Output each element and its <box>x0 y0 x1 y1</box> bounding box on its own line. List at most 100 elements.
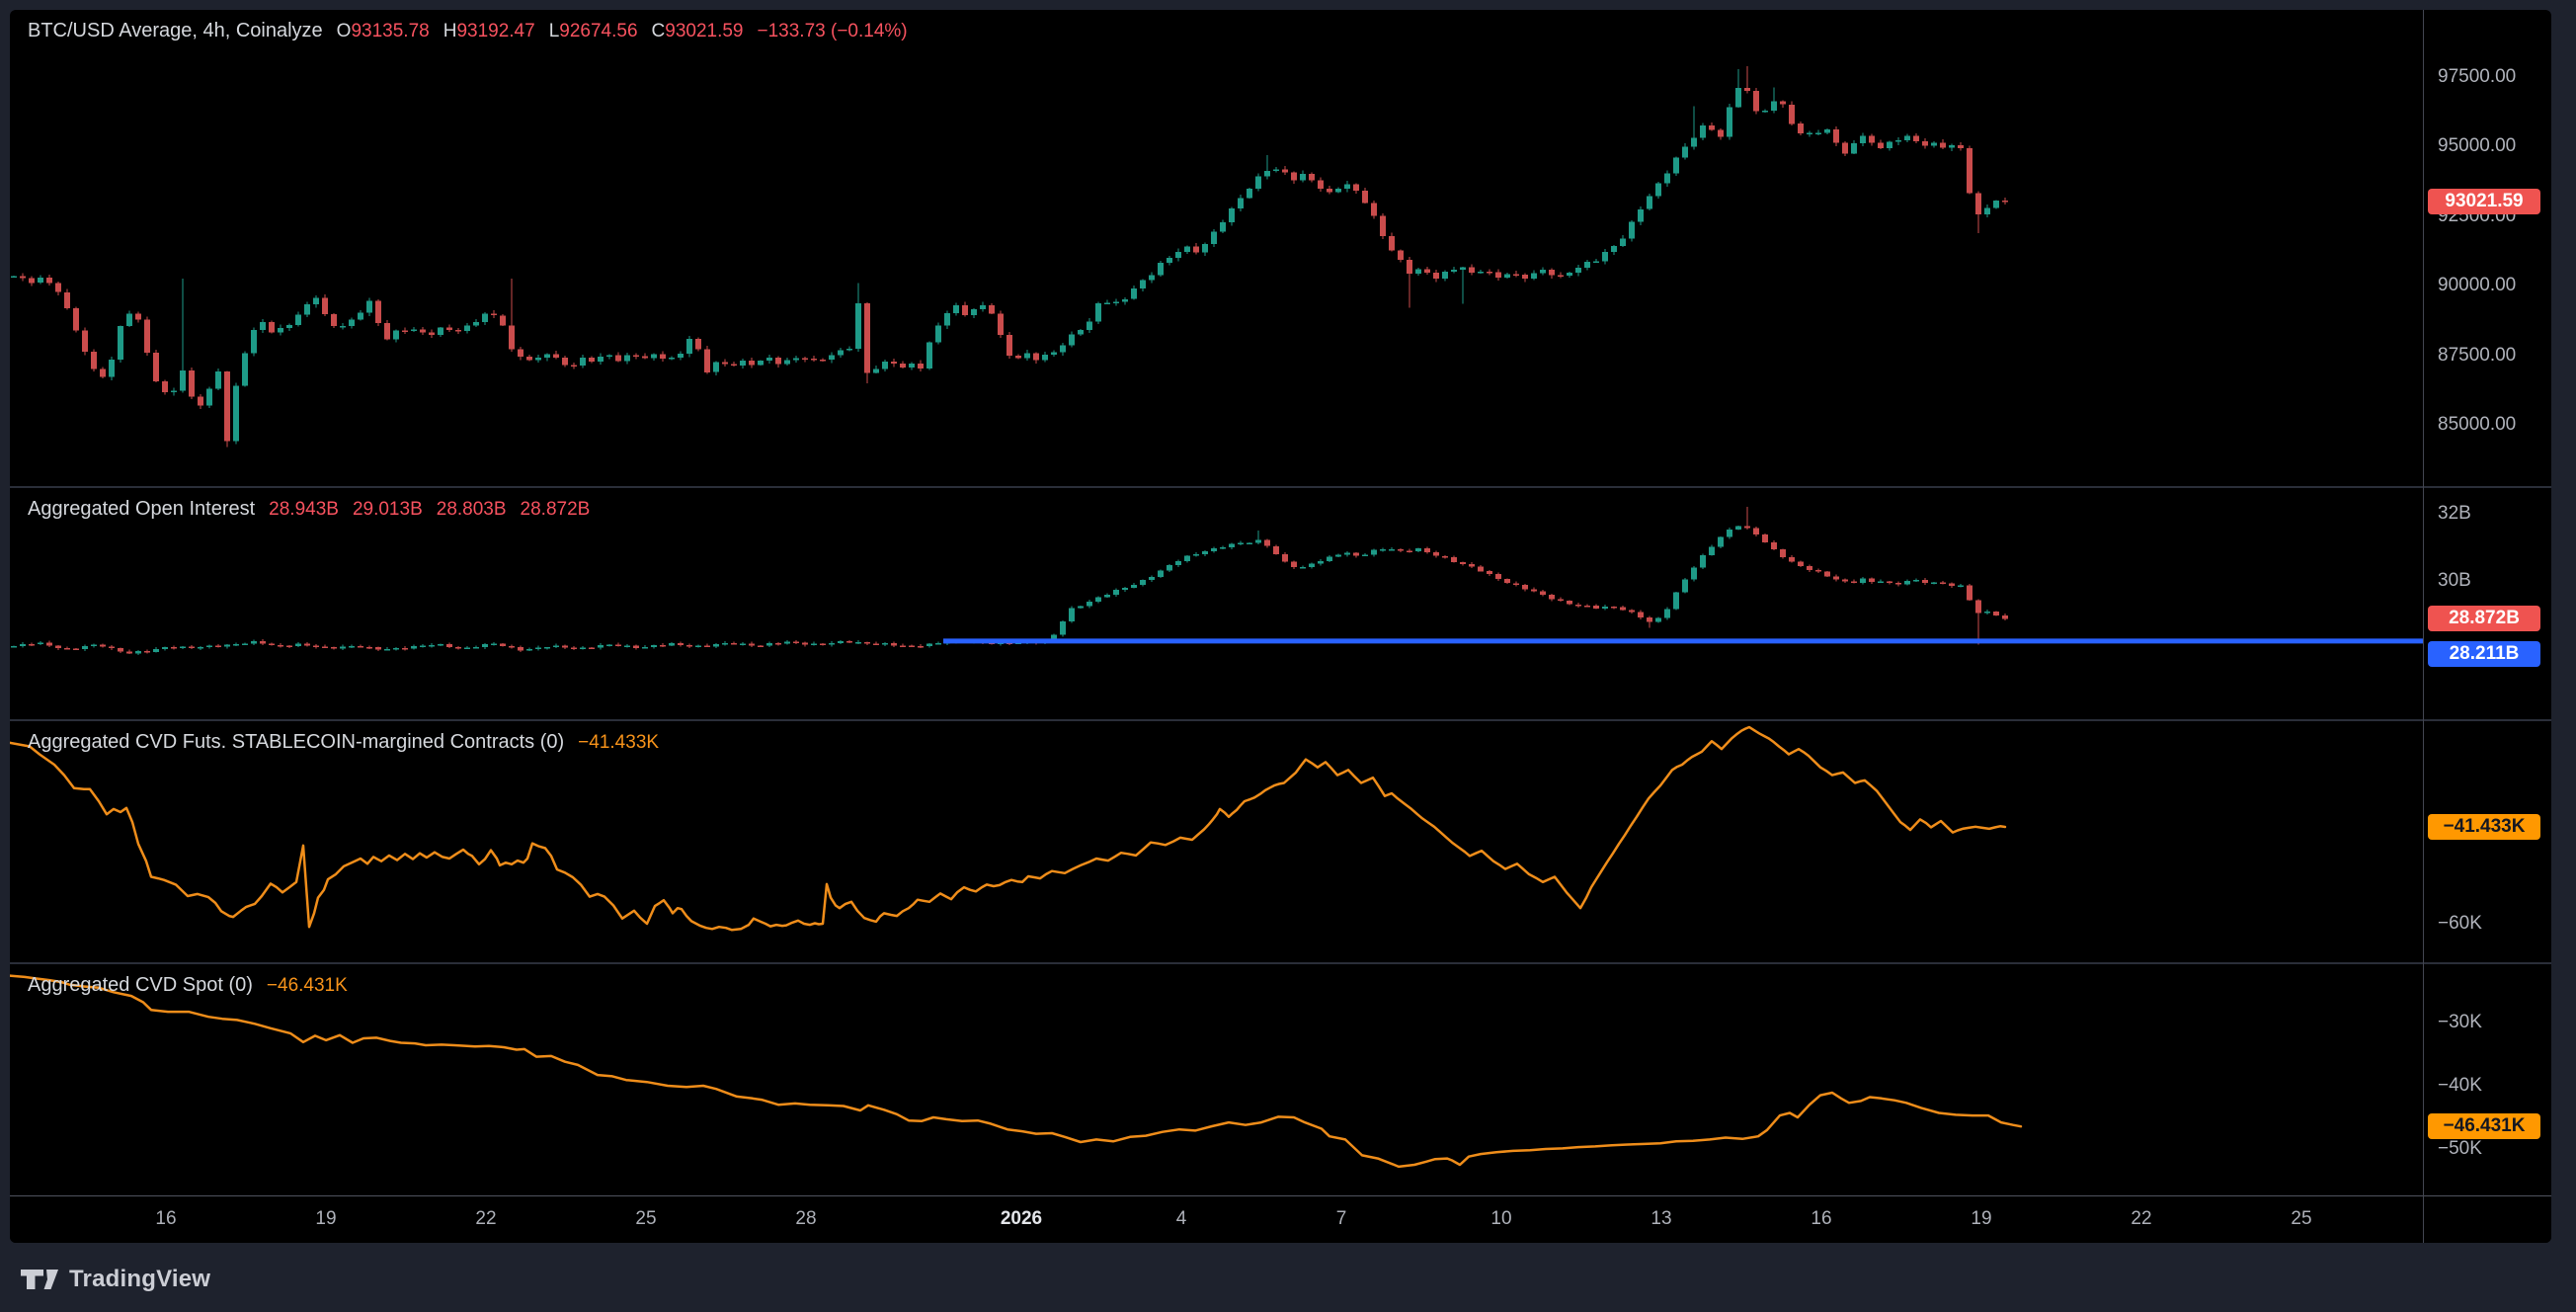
candle-body <box>1264 540 1270 546</box>
candle-body <box>535 358 541 360</box>
candle-body <box>1504 274 1510 278</box>
candle-body <box>624 356 630 362</box>
cvd-futures-pane[interactable] <box>10 721 2423 962</box>
pane-separator[interactable] <box>10 719 2551 721</box>
cvd_spot-price-badge: −46.431K <box>2428 1113 2540 1139</box>
cvd_spot-line <box>10 976 2021 1167</box>
candle-body <box>1309 564 1315 568</box>
candle-body <box>1371 204 1377 216</box>
candle-body <box>2002 201 2008 203</box>
candle-body <box>1815 133 1821 135</box>
candle-body <box>1531 589 1537 591</box>
candle-body <box>1993 201 1999 207</box>
candle-body <box>1887 582 1892 584</box>
pane-separator[interactable] <box>10 486 2551 488</box>
price-legend-value: L92674.56 <box>549 21 638 42</box>
candle-body <box>1949 583 1955 586</box>
candle-body <box>313 297 319 304</box>
candle-body <box>1282 554 1288 561</box>
candle-body <box>82 646 88 649</box>
cvd_futures-scale-segment[interactable]: −60K−41.433K <box>2424 721 2551 962</box>
candle-body <box>304 644 310 646</box>
candle-body <box>784 361 790 365</box>
candle-body <box>1229 208 1235 222</box>
candle-body <box>820 644 826 646</box>
candle-body <box>1362 555 1368 557</box>
candle-body <box>1122 299 1128 302</box>
candle-body <box>1584 606 1590 608</box>
candle-body <box>669 643 675 645</box>
candle-body <box>926 342 932 369</box>
candle-body <box>1549 270 1555 275</box>
candle-body <box>1851 143 1857 154</box>
candle-body <box>1362 191 1368 204</box>
candle-body <box>1771 101 1777 111</box>
candle-body <box>1318 180 1324 189</box>
price-tick-label: 85000.00 <box>2438 414 2516 436</box>
candle-body <box>1282 169 1288 172</box>
candle-body <box>1389 236 1395 251</box>
candle-body <box>1869 579 1875 583</box>
candle-body <box>1300 567 1306 569</box>
candle-body <box>358 313 363 320</box>
candle-body <box>402 331 408 333</box>
cvd_spot-scale-segment[interactable]: −20K−30K−40K−50K−46.431K <box>2424 964 2551 1195</box>
cvd-spot-pane[interactable] <box>10 964 2423 1195</box>
candle-body <box>1140 580 1146 585</box>
candle-body <box>393 331 399 340</box>
time-scale[interactable]: 1619222528202647101316192225 <box>10 1195 2423 1243</box>
candle-body <box>340 647 346 649</box>
candle-body <box>1655 618 1661 622</box>
candle-body <box>1549 595 1555 600</box>
candle-body <box>1575 605 1581 607</box>
candle-body <box>135 314 141 320</box>
candle-body <box>518 647 523 650</box>
candle-body <box>829 643 835 645</box>
candle-body <box>509 646 515 648</box>
tradingview-logo[interactable]: TradingView <box>21 1266 210 1293</box>
candle-body <box>944 313 950 326</box>
open-interest-pane[interactable] <box>10 488 2423 719</box>
candle-body <box>1113 301 1119 303</box>
candle-body <box>1824 129 1830 133</box>
candle-body <box>1967 585 1972 600</box>
price-legend-value: H93192.47 <box>443 21 535 42</box>
candle-body <box>2002 615 2008 618</box>
candle-body <box>446 328 452 330</box>
candle-body <box>1975 601 1981 614</box>
candle-body <box>38 278 43 283</box>
price-price-badge: 93021.59 <box>2428 189 2540 214</box>
candle-body <box>304 304 310 314</box>
candle-body <box>1095 598 1101 602</box>
candle-body <box>1478 272 1484 274</box>
time-tick-label: 22 <box>2131 1208 2151 1230</box>
open_interest-scale-segment[interactable]: 32B30B28.872B28.211B <box>2424 488 2551 719</box>
price-legend-value: C93021.59 <box>652 21 744 42</box>
candle-body <box>500 315 506 325</box>
open_interest-price-badge: 28.211B <box>2428 641 2540 667</box>
candle-body <box>935 326 941 343</box>
candle-body <box>838 641 844 643</box>
candle-body <box>1238 542 1244 544</box>
candle-body <box>731 365 737 367</box>
candle-body <box>38 642 43 644</box>
symbol-title: BTC/USD Average, 4h, Coinalyze <box>28 20 323 42</box>
candle-body <box>1167 565 1172 571</box>
candle-body <box>429 333 435 335</box>
candle-body <box>1878 143 1884 148</box>
candle-body <box>1353 553 1359 556</box>
price-tick-label: 87500.00 <box>2438 345 2516 367</box>
candle-body <box>535 647 541 649</box>
pane-separator[interactable] <box>10 962 2551 964</box>
candle-body <box>1460 268 1466 270</box>
price-pane[interactable] <box>10 10 2423 486</box>
candle-body <box>464 648 470 650</box>
candle-body <box>153 353 159 381</box>
time-tick-label: 25 <box>2291 1208 2311 1230</box>
candle-body <box>1478 566 1484 571</box>
price-scale-segment[interactable]: 97500.0095000.0092500.0090000.0087500.00… <box>2424 10 2551 486</box>
candle-body <box>1487 571 1492 574</box>
candle-body <box>180 370 186 391</box>
cvd_futures-line <box>10 727 2005 930</box>
candle-body <box>73 649 79 651</box>
